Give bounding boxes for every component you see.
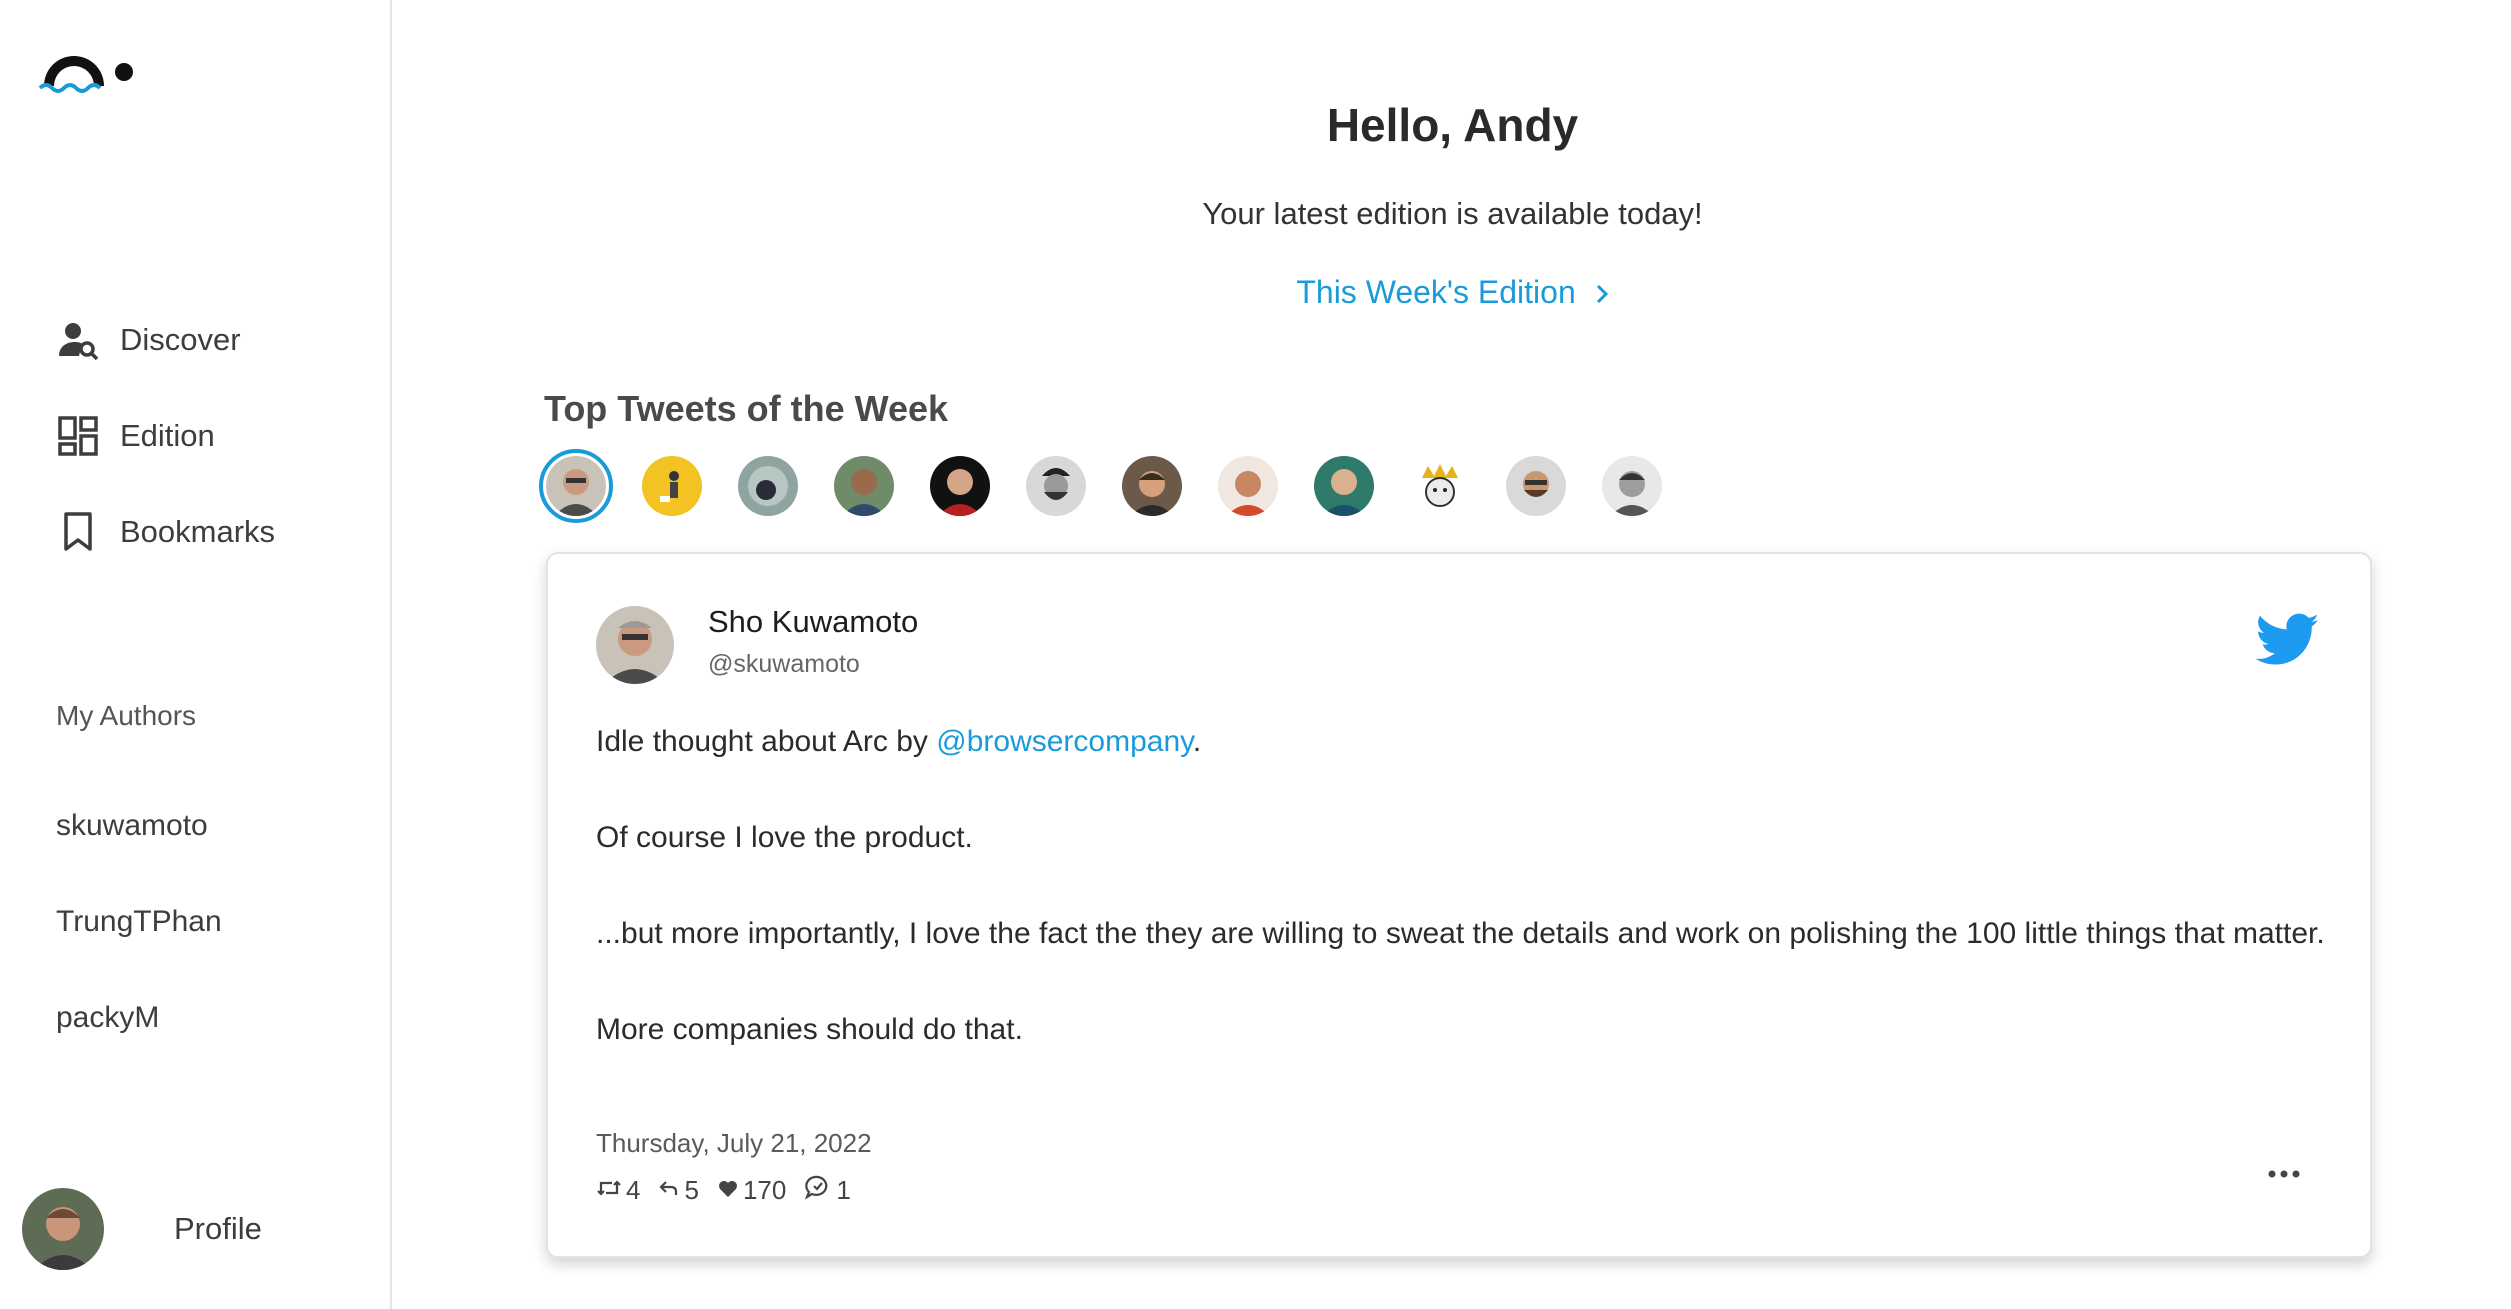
bookmark-icon — [56, 510, 100, 554]
like-count: 170 — [742, 1175, 787, 1205]
tweet-text: Idle thought about Arc by — [596, 725, 937, 758]
tweet-mention-link[interactable]: @browsercompany — [936, 725, 1193, 758]
author-avatar[interactable] — [1602, 456, 1662, 516]
author-avatar[interactable] — [834, 456, 894, 516]
author-avatar[interactable] — [1506, 456, 1566, 516]
edition-link-label: This Week's Edition — [1296, 274, 1576, 310]
tweet-body: Idle thought about Arc by @browsercompan… — [596, 722, 2336, 1106]
nav-label: Discover — [120, 322, 241, 357]
retweet-count: 4 — [626, 1175, 641, 1205]
edition-available-text: Your latest edition is available today! — [1202, 196, 1703, 231]
greeting-title: Hello, Andy — [1326, 99, 1579, 151]
top-tweets-heading: Top Tweets of the Week — [544, 388, 949, 429]
app-window: Discover Edition Bookmarks My Authors sk… — [0, 0, 2511, 1309]
author-avatar[interactable] — [1026, 456, 1086, 516]
more-options-icon[interactable] — [2266, 1164, 2302, 1184]
tweet-text: . — [1192, 725, 1202, 758]
author-avatar-strip — [539, 449, 1698, 523]
chevron-right-icon — [1595, 276, 1609, 313]
retweet-stat: 4 — [596, 1175, 640, 1206]
tweet-paragraph: Of course I love the product. — [596, 821, 973, 854]
tweet-author-handle[interactable]: @skuwamoto — [708, 650, 860, 679]
quote-stat: 1 — [804, 1174, 851, 1207]
tweet-date: Thursday, July 21, 2022 — [596, 1128, 872, 1158]
reply-count: 5 — [684, 1175, 699, 1205]
tweet-author-name[interactable]: Sho Kuwamoto — [708, 604, 918, 640]
tweet-author-avatar[interactable] — [596, 606, 674, 684]
tweet-stats: 4 5 170 1 — [596, 1174, 869, 1207]
author-avatar-selected[interactable] — [539, 449, 613, 523]
author-avatar[interactable] — [1410, 456, 1470, 516]
app-logo[interactable] — [38, 42, 142, 98]
author-item[interactable]: packyM — [56, 970, 222, 1066]
author-avatar[interactable] — [642, 456, 702, 516]
twitter-bird-icon[interactable] — [2255, 612, 2320, 668]
quote-bubble-icon — [804, 1174, 836, 1207]
author-avatar[interactable] — [1314, 456, 1374, 516]
author-item[interactable]: skuwamoto — [56, 778, 222, 874]
profile-label: Profile — [174, 1211, 262, 1246]
profile-link[interactable]: Profile — [22, 1188, 262, 1270]
this-weeks-edition-link[interactable]: This Week's Edition — [394, 274, 2511, 313]
tweet-paragraph: ...but more importantly, I love the fact… — [596, 917, 2325, 950]
author-avatar[interactable] — [930, 456, 990, 516]
tweet-paragraph: Idle thought about Arc by @browsercompan… — [596, 722, 2336, 818]
nav-item-bookmarks[interactable]: Bookmarks — [56, 484, 275, 580]
reply-stat: 5 — [658, 1175, 699, 1206]
sidebar: Discover Edition Bookmarks My Authors sk… — [0, 0, 392, 1309]
my-authors-heading: My Authors — [56, 700, 197, 731]
author-item[interactable]: TrungTPhan — [56, 874, 222, 970]
quote-count: 1 — [836, 1175, 851, 1205]
dashboard-grid-icon — [56, 414, 100, 458]
authors-list: skuwamoto TrungTPhan packyM — [56, 778, 222, 1066]
nav-item-edition[interactable]: Edition — [56, 388, 275, 484]
tweet-paragraph: More companies should do that. — [596, 1013, 1023, 1046]
nav-label: Edition — [120, 418, 215, 453]
author-avatar[interactable] — [1122, 456, 1182, 516]
like-stat: 170 — [717, 1175, 786, 1206]
main-content: Hello, Andy Your latest edition is avail… — [394, 0, 2511, 1309]
avatar — [22, 1188, 104, 1270]
nav-label: Bookmarks — [120, 514, 276, 549]
main-nav: Discover Edition Bookmarks — [56, 292, 275, 580]
author-avatar[interactable] — [1218, 456, 1278, 516]
user-search-icon — [56, 318, 100, 362]
tweet-card: Sho Kuwamoto @skuwamoto Idle thought abo… — [546, 552, 2372, 1258]
nav-item-discover[interactable]: Discover — [56, 292, 275, 388]
retweet-icon — [596, 1175, 626, 1206]
author-avatar[interactable] — [738, 456, 798, 516]
heart-icon — [717, 1175, 743, 1206]
reply-arrow-icon — [658, 1175, 684, 1206]
